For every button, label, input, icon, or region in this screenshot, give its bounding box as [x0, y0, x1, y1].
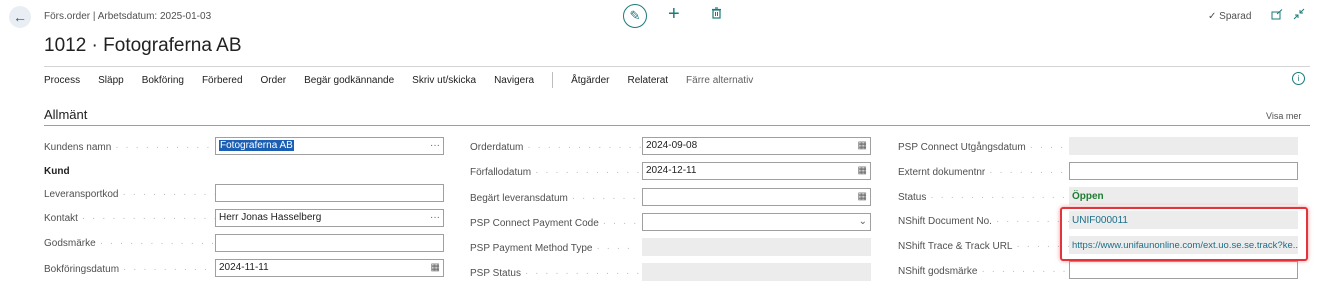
customer-group-heading: Kund [44, 166, 70, 177]
section-title[interactable]: Allmänt [44, 107, 87, 122]
psp-payment-code-select[interactable]: ⌄ [642, 213, 871, 231]
requested-delivery-field[interactable]: ▦ [642, 188, 871, 206]
requested-delivery-label: Begärt leveransdatum · · · · · · · [470, 193, 638, 204]
divider [44, 66, 1310, 67]
due-date-label: Förfallodatum · · · · · · · · · · · · · [470, 167, 662, 178]
contact-field[interactable]: Herr Jonas Hasselberg ··· [215, 209, 444, 227]
psp-method-type-field [642, 238, 871, 256]
action-print-send[interactable]: Skriv ut/skicka [412, 75, 476, 86]
trash-icon [712, 7, 721, 19]
ship-code-field[interactable] [215, 184, 444, 202]
saved-status: ✓ Sparad [1208, 11, 1252, 22]
delete-button[interactable] [711, 7, 722, 22]
nshift-goods-mark-field[interactable] [1069, 261, 1298, 279]
posting-date-field[interactable]: 2024-11-11 ▦ [215, 259, 444, 277]
section-divider [44, 125, 1310, 126]
page-title: 1012 · Fotograferna AB [44, 35, 242, 56]
calendar-icon[interactable]: ▦ [858, 138, 867, 154]
ellipsis-icon[interactable]: ··· [430, 210, 440, 226]
due-date-field[interactable]: 2024-12-11 ▦ [642, 162, 871, 180]
action-process[interactable]: Process [44, 75, 80, 86]
arrow-left-icon: ← [13, 9, 27, 25]
new-button[interactable]: + [668, 4, 680, 24]
psp-expiry-label: PSP Connect Utgångsdatum · · · · · [898, 142, 1076, 153]
open-new-window-icon [1271, 9, 1283, 20]
psp-payment-code-label: PSP Connect Payment Code · · · · [470, 218, 639, 229]
breadcrumb: Förs.order | Arbetsdatum: 2025-01-03 [44, 11, 212, 22]
action-related[interactable]: Relaterat [627, 75, 668, 86]
psp-status-field [642, 263, 871, 281]
fewer-options-button[interactable]: Färre alternativ [686, 75, 753, 86]
ship-code-label: Leveransportkod · · · · · · · · · · [44, 189, 219, 200]
contact-label: Kontakt · · · · · · · · · · · · · · · · [44, 213, 239, 224]
info-icon: i [1297, 74, 1300, 83]
action-order[interactable]: Order [261, 75, 287, 86]
status-field: Öppen [1069, 187, 1298, 205]
calendar-icon[interactable]: ▦ [431, 260, 440, 276]
action-bar: Process Släpp Bokföring Förbered Order B… [44, 72, 771, 88]
external-doc-field[interactable] [1069, 162, 1298, 180]
psp-expiry-field [1069, 137, 1298, 155]
goods-mark-field[interactable] [215, 234, 444, 252]
psp-method-type-label: PSP Payment Method Type · · · · [470, 243, 633, 254]
ellipsis-icon[interactable]: ··· [430, 138, 440, 154]
highlight-box [1060, 207, 1308, 261]
action-actions[interactable]: Åtgärder [571, 75, 609, 86]
calendar-icon[interactable]: ▦ [858, 163, 867, 179]
open-new-window-button[interactable] [1271, 9, 1283, 23]
posting-date-label: Bokföringsdatum · · · · · · · · · · [44, 264, 220, 275]
check-icon: ✓ [1208, 11, 1217, 22]
action-prepare[interactable]: Förbered [202, 75, 243, 86]
nshift-doc-label: NShift Document No. · · · · · · · · · [898, 216, 1083, 227]
info-button[interactable]: i [1292, 72, 1305, 85]
nshift-goods-mark-label: NShift godsmärke · · · · · · · · · · [898, 266, 1078, 277]
external-doc-label: Externt dokumentnr · · · · · · · · · [898, 167, 1076, 178]
action-request-approval[interactable]: Begär godkännande [304, 75, 394, 86]
customer-name-field[interactable]: Fotograferna AB ··· [215, 137, 444, 155]
order-date-field[interactable]: 2024-09-08 ▦ [642, 137, 871, 155]
chevron-down-icon[interactable]: ⌄ [859, 214, 867, 230]
calendar-icon[interactable]: ▦ [858, 189, 867, 205]
action-release[interactable]: Släpp [98, 75, 124, 86]
back-button[interactable]: ← [9, 6, 31, 28]
plus-icon: + [668, 3, 680, 25]
action-posting[interactable]: Bokföring [142, 75, 184, 86]
goods-mark-label: Godsmärke · · · · · · · · · · · · · · [44, 238, 237, 249]
nshift-url-label: NShift Trace & Track URL · · · · · · [898, 241, 1073, 252]
collapse-button[interactable] [1293, 8, 1305, 23]
collapse-icon [1293, 8, 1305, 20]
customer-name-label: Kundens namn · · · · · · · · · · · · [44, 142, 232, 153]
status-badge: Öppen [1072, 190, 1104, 202]
pencil-icon: ✎ [629, 8, 641, 23]
action-navigate[interactable]: Navigera [494, 75, 534, 86]
action-separator [552, 72, 554, 88]
edit-button[interactable]: ✎ [623, 4, 647, 28]
show-more-link[interactable]: Visa mer [1266, 111, 1301, 121]
